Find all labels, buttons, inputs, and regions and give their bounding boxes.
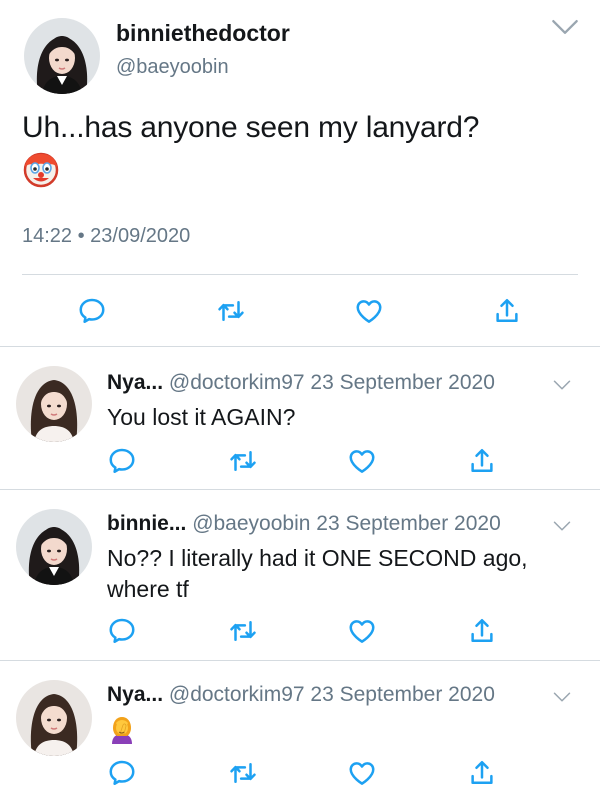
chevron-down-icon[interactable] — [553, 519, 571, 531]
reply-icon[interactable] — [107, 446, 137, 476]
reply-header: binnie... @baeyoobin 23 September 2020 — [107, 512, 501, 536]
timestamp[interactable]: 14:22 • 23/09/2020 — [22, 225, 190, 248]
retweet-icon[interactable] — [228, 758, 258, 788]
clown-face-icon — [22, 151, 60, 189]
share-icon[interactable] — [492, 296, 522, 326]
handle[interactable]: @doctorkim97 — [169, 683, 305, 706]
retweet-icon[interactable] — [228, 616, 258, 646]
reply-date[interactable]: 23 September 2020 — [310, 683, 494, 706]
share-icon[interactable] — [467, 446, 497, 476]
retweet-icon[interactable] — [216, 296, 246, 326]
like-icon[interactable] — [347, 616, 377, 646]
main-tweet: binniethedoctor @baeyoobin Uh...has anyo… — [0, 0, 600, 347]
handle[interactable]: @baeyoobin — [192, 512, 310, 535]
reply-date[interactable]: 23 September 2020 — [310, 371, 494, 394]
like-icon[interactable] — [347, 446, 377, 476]
reply-text: You lost it AGAIN? — [107, 404, 296, 430]
reply-header: Nya... @doctorkim97 23 September 2020 — [107, 683, 495, 707]
avatar[interactable] — [16, 509, 92, 585]
divider — [0, 489, 600, 490]
divider — [0, 346, 600, 347]
reply-icon[interactable] — [77, 296, 107, 326]
share-icon[interactable] — [467, 758, 497, 788]
chevron-down-icon[interactable] — [553, 378, 571, 390]
display-name[interactable]: Nya... — [107, 683, 163, 706]
retweet-icon[interactable] — [228, 446, 258, 476]
avatar[interactable] — [24, 18, 100, 94]
handle[interactable]: @doctorkim97 — [169, 371, 305, 394]
reply-icon[interactable] — [107, 758, 137, 788]
divider — [22, 274, 578, 275]
avatar[interactable] — [16, 366, 92, 442]
avatar[interactable] — [16, 680, 92, 756]
reply-text: No?? I literally had it ONE SECOND ago, … — [107, 545, 528, 602]
chevron-down-icon[interactable] — [551, 18, 579, 36]
tweet-text: Uh...has anyone seen my lanyard? — [22, 111, 480, 144]
reply-date[interactable]: 23 September 2020 — [316, 512, 500, 535]
like-icon[interactable] — [354, 296, 384, 326]
divider — [0, 660, 600, 661]
chevron-down-icon[interactable] — [553, 690, 571, 702]
display-name[interactable]: binniethedoctor — [116, 20, 290, 47]
share-icon[interactable] — [467, 616, 497, 646]
person-facepalming-icon — [107, 714, 137, 744]
reply-icon[interactable] — [107, 616, 137, 646]
like-icon[interactable] — [347, 758, 377, 788]
reply-header: Nya... @doctorkim97 23 September 2020 — [107, 371, 495, 395]
handle[interactable]: @baeyoobin — [116, 56, 229, 79]
display-name[interactable]: binnie... — [107, 512, 186, 535]
display-name[interactable]: Nya... — [107, 371, 163, 394]
